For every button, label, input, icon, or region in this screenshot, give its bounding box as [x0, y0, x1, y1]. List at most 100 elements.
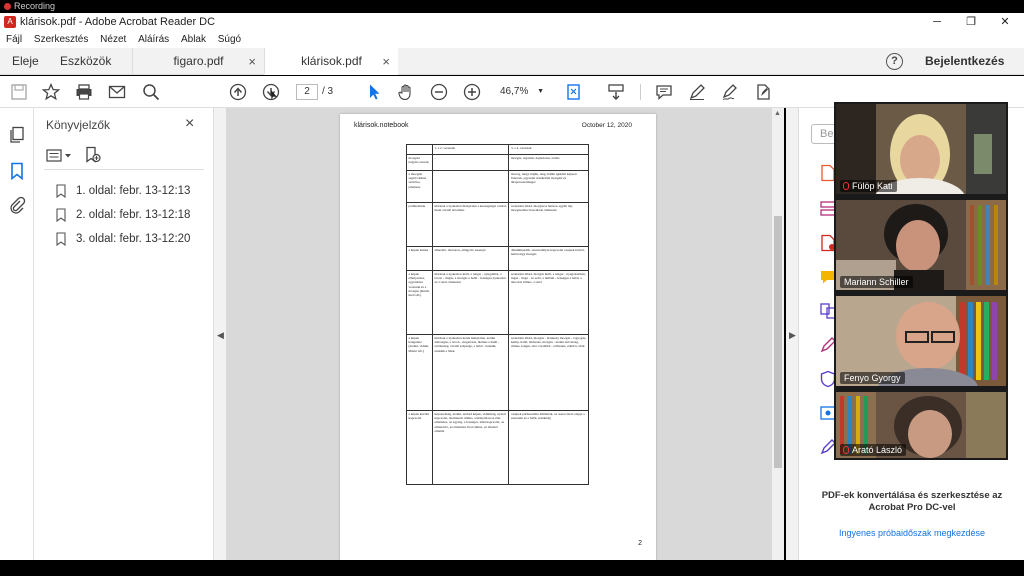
- table-cell: mozgás, izgalom, hajladozás, ballas: [508, 154, 589, 171]
- close-icon[interactable]: ×: [185, 115, 194, 133]
- previous-page-icon[interactable]: [229, 83, 247, 101]
- search-icon[interactable]: [142, 83, 160, 101]
- table-header-cell: [406, 144, 433, 155]
- highlight-pen-icon[interactable]: [688, 83, 706, 101]
- close-window-button[interactable]: ✕: [988, 13, 1022, 31]
- participant-tile[interactable]: Arató László: [836, 392, 1006, 482]
- table-cell: klárisok a nyakadon kutli, a tenger - ny…: [431, 270, 510, 335]
- scroll-mode-icon[interactable]: [607, 83, 625, 101]
- pages-thumbnail-icon[interactable]: [8, 126, 26, 144]
- zoom-select[interactable]: 46,7% ▼: [494, 84, 548, 100]
- left-panel-splitter[interactable]: ◀: [214, 108, 226, 560]
- more-tools-icon[interactable]: [754, 83, 772, 101]
- collapse-left-icon[interactable]: ◀: [217, 330, 224, 341]
- page-header-left: klárisok.notebook: [354, 122, 409, 129]
- acrobat-icon: A: [4, 16, 16, 28]
- table-cell: szokatlan lábad, mozgás - érzékeny mozgá…: [508, 334, 589, 411]
- help-icon[interactable]: ?: [886, 53, 903, 70]
- table-cell: klárisok a nyakadon kerek hiánytalan, ér…: [431, 334, 510, 411]
- participant-tile[interactable]: Fülöp Kati: [836, 104, 1006, 194]
- page-number-input[interactable]: 2: [296, 84, 318, 100]
- menu-file[interactable]: Fájl: [6, 31, 22, 48]
- free-trial-link[interactable]: Ingyenes próbaidőszak megkezdése: [811, 528, 1013, 538]
- recording-indicator: Recording: [0, 0, 1024, 13]
- next-page-icon[interactable]: [262, 83, 280, 101]
- page-number: 2: [638, 540, 642, 547]
- add-bookmark-icon[interactable]: [84, 146, 102, 164]
- table-row: a képek elhelyezése, egyenletes versszak…: [406, 270, 589, 335]
- comment-icon[interactable]: [655, 83, 673, 101]
- bookmark-options-icon[interactable]: [46, 148, 72, 164]
- zoom-out-icon[interactable]: [430, 83, 448, 101]
- star-icon[interactable]: [41, 82, 61, 101]
- tab-home[interactable]: Eleje: [12, 48, 39, 75]
- sign-icon[interactable]: [721, 83, 739, 101]
- table-row: a képek közötti kapcsolat képszerűség, ér…: [406, 410, 589, 485]
- participant-name: Fenyo Gyorgy: [840, 372, 905, 384]
- scroll-up-icon[interactable]: ▲: [774, 110, 781, 117]
- left-rail: [0, 108, 34, 568]
- participant-name-text: Mariann Schiller: [844, 277, 909, 287]
- recording-label: Recording: [14, 1, 56, 11]
- participant-name: Arató László: [840, 444, 907, 456]
- zoom-value: 46,7%: [500, 86, 529, 97]
- participant-name: Fülöp Kati: [840, 180, 897, 192]
- bookmark-label: 3. oldal: febr. 13-12:20: [76, 233, 191, 245]
- scrollbar-thumb[interactable]: [774, 216, 782, 468]
- menu-sign[interactable]: Aláírás: [138, 31, 169, 48]
- table-cell: a mozgást segítő ritmus szóbőve, jelenté…: [406, 170, 433, 203]
- table-cell: klárisok a nyakadon hiánytalan a keszegs…: [431, 202, 510, 247]
- table-row: mozgási nagyító szavak - mozgás, izgalom, …: [406, 154, 589, 171]
- tab-klarisok[interactable]: klárisok.pdf ×: [264, 48, 398, 75]
- participant-name-text: Arató László: [852, 445, 903, 455]
- pdf-page: klárisok.notebook October 12, 2020 1. s …: [340, 114, 656, 560]
- table-header-cell: 1. s 2. versszak: [431, 144, 510, 155]
- minimize-button[interactable]: ─: [920, 13, 954, 31]
- zoom-in-icon[interactable]: [463, 83, 481, 101]
- hand-tool-icon[interactable]: [397, 83, 415, 101]
- menu-help[interactable]: Súgó: [218, 31, 241, 48]
- right-panel-splitter[interactable]: ▶: [786, 108, 798, 560]
- mail-icon[interactable]: [108, 83, 126, 101]
- page-total: / 3: [322, 86, 334, 97]
- bookmark-label: 1. oldal: febr. 13-12:13: [76, 185, 191, 197]
- page-header-right: October 12, 2020: [581, 122, 632, 129]
- document-table: 1. s 2. versszak 3. s 4. versszak mozgási …: [406, 144, 589, 485]
- document-viewer[interactable]: klárisok.notebook October 12, 2020 1. s …: [226, 108, 772, 560]
- table-cell: párhuzamok: [406, 202, 433, 247]
- fit-page-icon[interactable]: [565, 83, 583, 101]
- maximize-button[interactable]: ❐: [954, 13, 988, 31]
- table-cell: a képek közötti kapcsolat: [406, 410, 433, 485]
- video-participants: Fülöp Kati Mariann Schiller Fenyo Gyorgy…: [834, 102, 1008, 460]
- tab-figaro-close-icon[interactable]: ×: [248, 48, 256, 75]
- print-icon[interactable]: [75, 83, 93, 101]
- table-cell: dinamikusabb, szenvedélyes kapcsolat a k…: [508, 246, 589, 271]
- participant-name-text: Fenyo Gyorgy: [844, 373, 901, 383]
- bookmarks-title: Könyvjelzők: [46, 118, 111, 132]
- menu-window[interactable]: Ablak: [181, 31, 206, 48]
- login-button[interactable]: Bejelentkezés: [925, 48, 1004, 75]
- tab-figaro[interactable]: figaro.pdf ×: [132, 48, 264, 75]
- table-header-row: 1. s 2. versszak 3. s 4. versszak: [406, 144, 589, 155]
- tab-tools[interactable]: Eszközök: [60, 48, 111, 75]
- menu-view[interactable]: Nézet: [100, 31, 126, 48]
- save-icon[interactable]: [10, 83, 28, 101]
- select-cursor-icon[interactable]: [365, 83, 383, 101]
- bookmark-icon[interactable]: [8, 162, 26, 181]
- table-cell: mozog, lengi, hajlik, leng, hallik igékb…: [508, 170, 589, 203]
- participant-tile[interactable]: Fenyo Gyorgy: [836, 296, 1006, 386]
- participant-tile[interactable]: Mariann Schiller: [836, 200, 1006, 290]
- collapse-right-icon[interactable]: ▶: [789, 330, 796, 341]
- table-header-cell: 3. s 4. versszak: [508, 144, 589, 155]
- vertical-scrollbar[interactable]: ▲: [772, 108, 784, 560]
- attachment-icon[interactable]: [8, 196, 26, 214]
- mic-muted-icon: [843, 182, 849, 190]
- menu-edit[interactable]: Szerkesztés: [34, 31, 88, 48]
- table-cell: a képek hatása: [406, 246, 433, 271]
- bookmarks-toolbar: [44, 146, 204, 170]
- tab-figaro-label: figaro.pdf: [173, 54, 224, 68]
- table-cell: a képek párhuzamba állíthatók, az asszoc…: [508, 410, 589, 485]
- table-cell: álmosító, monoton, ellágyító, kesergő: [431, 246, 510, 271]
- table-cell: -: [431, 154, 510, 171]
- tab-klarisok-close-icon[interactable]: ×: [382, 48, 390, 75]
